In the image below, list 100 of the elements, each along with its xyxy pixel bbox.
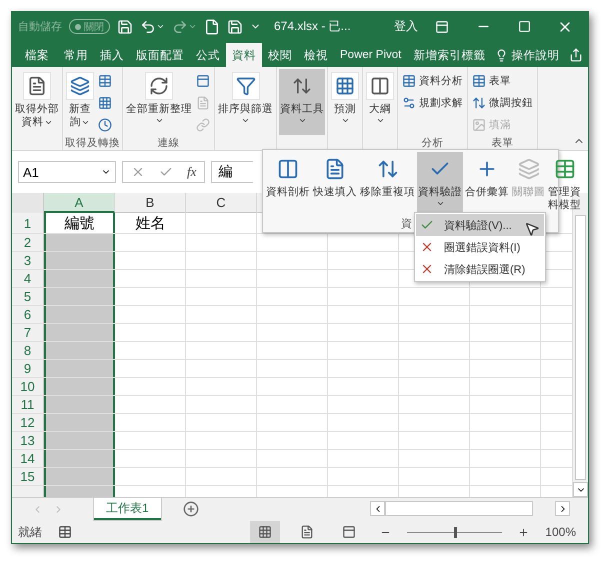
menu-button[interactable]: 合併彙算 xyxy=(464,152,510,216)
name-box[interactable]: A1 xyxy=(18,161,116,183)
table-cell-text: 姓名 xyxy=(134,214,166,233)
row-header[interactable]: 9 xyxy=(12,360,44,377)
row-header[interactable]: 15 xyxy=(12,468,44,485)
cross-icon xyxy=(420,262,434,276)
table-cell xyxy=(44,450,115,467)
row-header[interactable]: 5 xyxy=(12,288,44,305)
zoom-in-icon[interactable] xyxy=(518,526,530,538)
tell-me-button[interactable]: 操作說明 xyxy=(491,43,564,67)
ribbon-tab[interactable]: Power Pivot xyxy=(334,43,408,67)
row-header[interactable]: 12 xyxy=(12,414,44,431)
row-header[interactable]: 14 xyxy=(12,450,44,467)
column-header[interactable]: B xyxy=(115,193,186,213)
group-label: 資 xyxy=(401,217,412,231)
ribbon-button[interactable]: 資料工具 xyxy=(279,69,325,135)
row-header[interactable]: 7 xyxy=(12,324,44,341)
arrows-icon xyxy=(472,96,486,110)
refresh-icon xyxy=(149,76,169,96)
document-icon xyxy=(196,96,210,110)
save-as-icon[interactable] xyxy=(227,18,243,34)
menu-item[interactable]: 圈選錯誤資料(I) xyxy=(416,236,544,258)
table-cell xyxy=(44,342,115,359)
column-header[interactable]: C xyxy=(186,193,257,213)
ribbon-tab[interactable]: 公式 xyxy=(190,43,226,67)
layers-icon xyxy=(518,158,540,180)
row-header[interactable]: 1 xyxy=(12,213,44,233)
table-cell xyxy=(44,396,115,413)
window-icon xyxy=(196,74,210,88)
ribbon-button[interactable]: 預測 xyxy=(330,69,360,135)
status-text: 就緒 xyxy=(18,524,42,540)
ribbon-button[interactable]: 取得外部 資料 xyxy=(14,69,60,135)
menu-item[interactable]: 資料驗證(V)... xyxy=(416,214,544,236)
column-header[interactable]: A xyxy=(44,193,115,213)
table-cell xyxy=(44,252,115,269)
share-icon[interactable] xyxy=(568,48,583,62)
scrollbar-thumb[interactable] xyxy=(385,501,533,516)
ribbon-button[interactable]: 大綱 xyxy=(365,69,395,135)
lightbulb-icon xyxy=(495,48,508,62)
table-cell xyxy=(44,378,115,395)
ribbon-options-icon[interactable] xyxy=(435,20,449,34)
scroll-left-button[interactable] xyxy=(370,501,385,516)
grid-icon xyxy=(335,76,355,96)
grid-icon xyxy=(258,525,272,539)
cancel-icon[interactable] xyxy=(131,165,145,179)
row-header[interactable]: 8 xyxy=(12,342,44,359)
scroll-right-button[interactable] xyxy=(555,501,570,516)
table-cell xyxy=(44,468,115,485)
ribbon-tab[interactable]: 資料 xyxy=(226,43,262,67)
zoom-thumb[interactable] xyxy=(454,526,457,538)
ribbon-button[interactable]: 全部重新整理 xyxy=(125,69,193,135)
ribbon-button[interactable]: 新查 詢 xyxy=(65,69,95,135)
sign-in-link[interactable]: 登入 xyxy=(394,18,418,35)
undo-icon[interactable] xyxy=(140,18,165,34)
ribbon-small-button[interactable]: 微調按鈕 xyxy=(470,93,535,113)
row-header[interactable]: 2 xyxy=(12,234,44,251)
save-icon[interactable] xyxy=(117,18,133,34)
maximize-icon[interactable] xyxy=(518,20,530,33)
menu-item[interactable]: 清除錯誤圈選(R) xyxy=(416,258,544,280)
row-header[interactable]: 3 xyxy=(12,252,44,269)
scroll-down-button[interactable] xyxy=(573,482,588,497)
new-file-icon[interactable] xyxy=(204,18,220,34)
macro-icon[interactable] xyxy=(58,525,72,539)
columns-icon xyxy=(277,158,299,180)
redo-icon[interactable] xyxy=(172,18,197,34)
image-icon xyxy=(472,118,486,132)
scrollbar-thumb[interactable] xyxy=(575,215,586,480)
row-header[interactable]: 6 xyxy=(12,306,44,323)
sheet-tab[interactable]: 工作表1 xyxy=(94,498,161,520)
row-header[interactable]: 13 xyxy=(12,432,44,449)
window-title: 674.xlsx - 已... xyxy=(274,18,351,35)
ribbon-tab[interactable]: 插入 xyxy=(94,43,130,67)
ribbon-small-button[interactable]: 表單 xyxy=(470,71,535,91)
row-header[interactable]: 10 xyxy=(12,378,44,395)
ribbon-tab[interactable]: 檢視 xyxy=(298,43,334,67)
table-cell xyxy=(44,432,115,449)
table-cell xyxy=(44,414,115,431)
document-icon xyxy=(27,76,47,96)
ribbon-tab[interactable]: 常用 xyxy=(58,43,94,67)
menu-button[interactable]: 快速填入 xyxy=(312,152,358,216)
ribbon-small-button[interactable]: 規劃求解 xyxy=(400,93,465,113)
menu-button[interactable]: 移除重複項 xyxy=(359,152,416,216)
formula-field[interactable]: 編 xyxy=(211,161,254,183)
ribbon-button[interactable]: 排序與篩選 xyxy=(217,69,274,135)
view-button[interactable] xyxy=(250,521,280,543)
table-cell xyxy=(44,234,115,251)
table-icon xyxy=(554,158,576,180)
ribbon-small-button[interactable]: 資料分析 xyxy=(400,71,465,91)
menu-button[interactable]: 資料剖析 xyxy=(265,152,311,216)
menu-button[interactable]: 管理資 料模型 xyxy=(547,152,582,216)
cross-icon xyxy=(420,240,434,254)
grid-icon xyxy=(98,96,112,110)
ribbon-tab[interactable]: 校閱 xyxy=(262,43,298,67)
row-header[interactable]: 11 xyxy=(12,396,44,413)
ribbon-tab[interactable]: 檔案 xyxy=(16,43,58,67)
ribbon-tab[interactable]: 新增索引標籤 xyxy=(407,43,492,67)
clock-icon xyxy=(98,118,112,132)
row-header[interactable]: 4 xyxy=(12,270,44,287)
insert-function-button[interactable]: fx xyxy=(187,164,196,180)
ribbon-tab[interactable]: 版面配置 xyxy=(130,43,190,67)
